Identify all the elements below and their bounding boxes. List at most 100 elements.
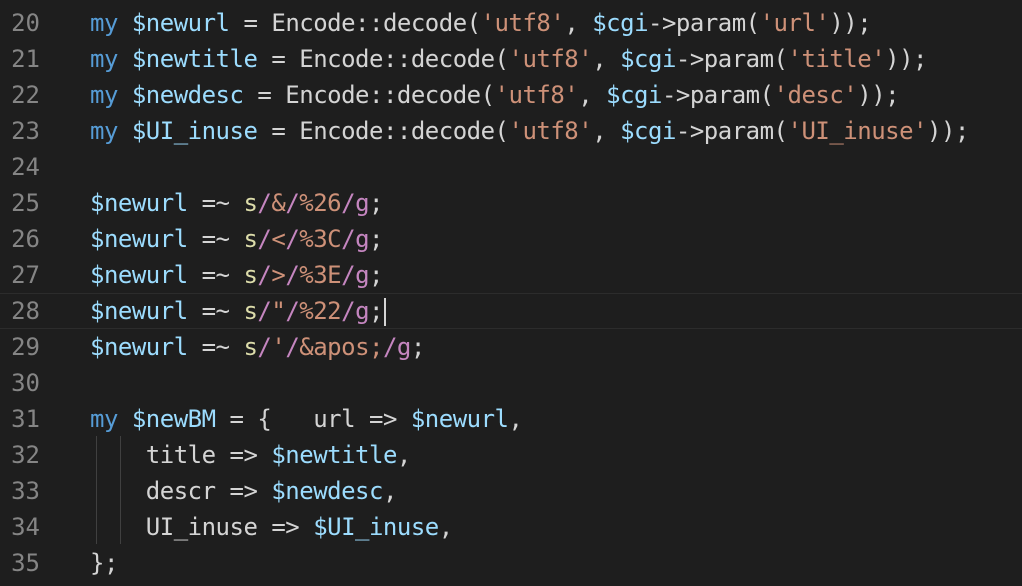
- code-token: ));: [927, 117, 969, 145]
- code-token: s: [243, 261, 258, 289]
- code-token: <: [271, 225, 286, 253]
- code-token: ;: [369, 189, 383, 217]
- code-token: 'utf8': [494, 81, 579, 109]
- code-token: $newurl: [410, 405, 509, 433]
- code-token: /: [285, 261, 300, 289]
- code-token: ,: [592, 45, 621, 73]
- code-token: ;: [369, 297, 383, 325]
- code-token: ,: [564, 9, 593, 37]
- code-token: ,: [508, 405, 523, 433]
- line-number: 30: [11, 369, 40, 397]
- code-token: ));: [885, 45, 928, 73]
- code-token: ));: [829, 9, 872, 37]
- code-token: $newBM: [131, 405, 216, 433]
- code-text: $newurl =~ s/"/%22/g;: [90, 294, 386, 328]
- code-token: ));: [857, 81, 900, 109]
- code-token: $newtitle: [131, 45, 258, 73]
- code-token: ,: [396, 441, 411, 469]
- code-token: $cgi: [620, 117, 676, 145]
- code-text: $newurl =~ s/</%3C/g;: [90, 221, 383, 257]
- code-token: ,: [578, 81, 607, 109]
- code-token: s: [243, 333, 258, 361]
- code-token: $cgi: [606, 81, 662, 109]
- code-token: 'UI_inuse': [787, 117, 928, 145]
- code-line[interactable]: 32 title => $newtitle,: [0, 437, 1022, 473]
- code-token: = Encode::decode(: [257, 117, 509, 145]
- code-text: UI_inuse => $UI_inuse,: [90, 509, 453, 545]
- code-line[interactable]: 21 my $newtitle = Encode::decode('utf8', …: [0, 41, 1022, 77]
- code-token: g: [355, 189, 370, 217]
- code-token: /: [382, 333, 397, 361]
- code-token: $UI_inuse: [313, 513, 439, 541]
- code-line[interactable]: 31 my $newBM = { url => $newurl,: [0, 401, 1022, 437]
- code-token: s: [243, 225, 258, 253]
- code-token: /: [257, 261, 272, 289]
- line-number: 22: [11, 81, 40, 109]
- line-number: 23: [11, 117, 40, 145]
- code-token: >: [271, 261, 286, 289]
- code-token: ;: [410, 333, 425, 361]
- code-token: %3C: [299, 225, 342, 253]
- code-token: =~: [187, 225, 244, 253]
- code-token: my: [90, 9, 132, 37]
- code-token: ,: [438, 513, 453, 541]
- code-token: 'utf8': [508, 45, 593, 73]
- code-token: $newurl: [90, 297, 188, 325]
- code-token: /: [285, 297, 300, 325]
- code-line[interactable]: 27 $newurl =~ s/>/%3E/g;: [0, 257, 1022, 293]
- code-line[interactable]: 30: [0, 365, 1022, 401]
- code-token: ': [271, 333, 286, 361]
- line-number: 28: [11, 297, 40, 325]
- line-number: 29: [11, 333, 40, 361]
- code-text: my $newtitle = Encode::decode('utf8', $c…: [90, 41, 928, 77]
- code-line[interactable]: 24: [0, 149, 1022, 185]
- code-token: /: [341, 189, 356, 217]
- code-line[interactable]: 28 $newurl =~ s/"/%22/g;: [0, 293, 1022, 329]
- code-token: /: [341, 225, 356, 253]
- code-token: };: [90, 549, 118, 577]
- code-token: = Encode::decode(: [257, 45, 509, 73]
- code-text: my $newdesc = Encode::decode('utf8', $cg…: [90, 77, 900, 113]
- code-line[interactable]: 34 UI_inuse => $UI_inuse,: [0, 509, 1022, 545]
- code-line[interactable]: 23 my $UI_inuse = Encode::decode('utf8', …: [0, 113, 1022, 149]
- code-text: my $newBM = { url => $newurl,: [90, 401, 523, 437]
- code-line[interactable]: 25 $newurl =~ s/&/%26/g;: [0, 185, 1022, 221]
- code-token: /: [341, 261, 356, 289]
- code-token: =~: [187, 333, 244, 361]
- code-token: /: [285, 333, 300, 361]
- code-token: my: [90, 81, 132, 109]
- line-number: 35: [11, 549, 40, 577]
- code-token: $newurl: [131, 9, 230, 37]
- code-text: title => $newtitle,: [90, 437, 412, 473]
- code-token: =~: [187, 297, 244, 325]
- code-line[interactable]: 35};: [0, 545, 1022, 581]
- code-token: $newdesc: [131, 81, 244, 109]
- line-number: 26: [11, 225, 40, 253]
- code-line[interactable]: 33 descr => $newdesc,: [0, 473, 1022, 509]
- code-line[interactable]: 29 $newurl =~ s/'/&apos;/g;: [0, 329, 1022, 365]
- code-token: &: [271, 189, 286, 217]
- code-line[interactable]: 20 my $newurl = Encode::decode('utf8', $c…: [0, 5, 1022, 41]
- line-number: 21: [11, 45, 40, 73]
- code-token: g: [355, 225, 370, 253]
- line-number: 25: [11, 189, 40, 217]
- code-text: $newurl =~ s/&/%26/g;: [90, 185, 383, 221]
- code-text: my $newurl = Encode::decode('utf8', $cgi…: [90, 5, 872, 41]
- code-token: 'title': [787, 45, 886, 73]
- code-token: title =>: [90, 441, 272, 469]
- code-line[interactable]: 26 $newurl =~ s/</%3C/g;: [0, 221, 1022, 257]
- code-token: 'url': [759, 9, 830, 37]
- code-token: 'utf8': [480, 9, 565, 37]
- code-token: /: [285, 189, 300, 217]
- code-token: ->param(: [661, 81, 774, 109]
- text-cursor: [383, 298, 386, 326]
- code-token: $cgi: [592, 9, 649, 37]
- code-token: = Encode::decode(: [229, 9, 481, 37]
- code-token: $newurl: [90, 189, 188, 217]
- line-number: 32: [11, 441, 40, 469]
- code-token: /: [341, 297, 356, 325]
- code-line[interactable]: 22 my $newdesc = Encode::decode('utf8', $…: [0, 77, 1022, 113]
- code-token: ,: [592, 117, 621, 145]
- code-editor[interactable]: 20 my $newurl = Encode::decode('utf8', $c…: [0, 0, 1022, 586]
- code-text: };: [90, 545, 118, 581]
